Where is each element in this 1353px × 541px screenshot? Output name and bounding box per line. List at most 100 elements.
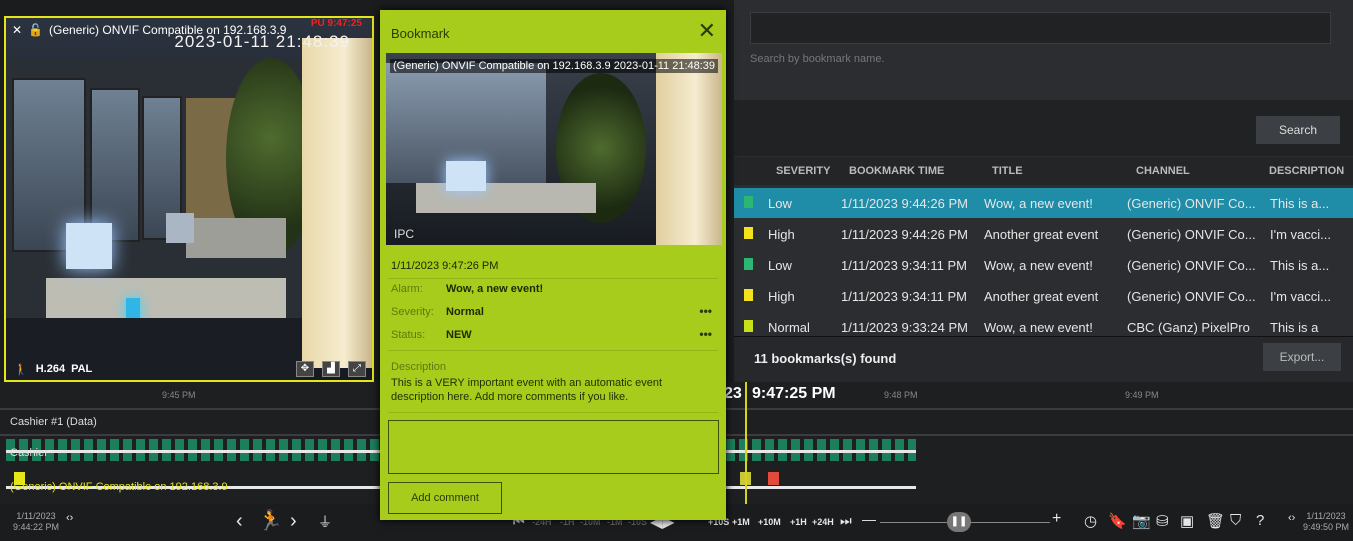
pause-icon[interactable]: ❚❚ bbox=[947, 512, 971, 532]
results-footer: 11 bookmarks(s) found Export... bbox=[734, 336, 1353, 382]
zoom-in-button[interactable]: + bbox=[1052, 510, 1061, 528]
bookmark-search-panel: Search by bookmark name. Search SEVERITY… bbox=[734, 0, 1353, 382]
clock-icon[interactable]: ◷ bbox=[1084, 512, 1097, 530]
row-severity: Low bbox=[768, 196, 792, 211]
tick-label: 9:48 PM bbox=[884, 390, 918, 400]
playhead-cursor[interactable] bbox=[745, 382, 747, 504]
bookmark-time: 1/11/2023 9:47:26 PM bbox=[391, 260, 499, 272]
range-start-date: 1/11/2023 bbox=[16, 511, 56, 521]
chevron-right-icon[interactable]: › bbox=[290, 510, 297, 533]
table-row[interactable]: High 1/11/2023 9:44:26 PM Another great … bbox=[734, 219, 1353, 249]
range-expand-icon[interactable]: ‹› bbox=[66, 512, 73, 524]
row-title: Another great event bbox=[984, 289, 1099, 304]
format-label: PAL bbox=[71, 363, 93, 375]
shield-icon[interactable]: ⛉ bbox=[1230, 512, 1241, 529]
row-channel: CBC (Ganz) PixelPro bbox=[1127, 320, 1250, 335]
col-description[interactable]: DESCRIPTION bbox=[1269, 165, 1344, 177]
divider bbox=[388, 278, 718, 279]
range-end: 1/11/2023 9:49:50 PM bbox=[1300, 511, 1352, 533]
alarm-label: Alarm: bbox=[391, 283, 423, 295]
row-channel: (Generic) ONVIF Co... bbox=[1127, 289, 1256, 304]
range-start-time: 9:44:22 PM bbox=[12, 522, 60, 532]
col-bookmark-time[interactable]: BOOKMARK TIME bbox=[849, 165, 944, 177]
tick-label: 9:45 PM bbox=[162, 390, 196, 400]
dialog-title: Bookmark bbox=[391, 26, 450, 41]
search-input[interactable] bbox=[750, 12, 1331, 44]
speed-plus-1h[interactable]: +1H bbox=[790, 517, 807, 527]
row-severity: High bbox=[768, 289, 795, 304]
severity-value: Normal bbox=[446, 306, 484, 318]
comment-input[interactable] bbox=[388, 420, 719, 474]
add-comment-button[interactable]: Add comment bbox=[388, 482, 502, 514]
row-time: 1/11/2023 9:34:11 PM bbox=[841, 258, 968, 273]
severity-more-icon[interactable]: ••• bbox=[699, 304, 712, 318]
row-channel: (Generic) ONVIF Co... bbox=[1127, 258, 1256, 273]
speed-plus-24h[interactable]: +24H bbox=[812, 517, 834, 527]
export-video-icon[interactable]: ⛁ bbox=[1156, 512, 1169, 530]
bookmark-dialog: Bookmark ✕ (Generic) ONVIF Compatible on… bbox=[380, 10, 726, 520]
bookmark-icon[interactable]: 🔖 bbox=[1108, 512, 1127, 530]
row-description: I'm vacci... bbox=[1270, 289, 1331, 304]
expand-icon[interactable]: ⤢ bbox=[348, 361, 366, 377]
description-label: Description bbox=[391, 361, 447, 373]
speed-plus-10m[interactable]: +10M bbox=[758, 517, 781, 527]
close-icon[interactable]: ✕ bbox=[12, 23, 22, 37]
trash-icon[interactable]: 🗑 bbox=[1206, 512, 1225, 530]
edit-icon[interactable]: ▟ bbox=[322, 361, 340, 377]
description-text: This is a VERY important event with an a… bbox=[391, 377, 663, 403]
row-description: This is a... bbox=[1270, 196, 1330, 211]
row-title: Wow, a new event! bbox=[984, 258, 1093, 273]
severity-flag-icon bbox=[744, 258, 753, 270]
export-button[interactable]: Export... bbox=[1263, 343, 1341, 371]
zoom-out-button[interactable]: — bbox=[862, 511, 876, 527]
camera-tile[interactable]: ✕ 🔓 (Generic) ONVIF Compatible on 192.16… bbox=[4, 16, 374, 382]
row-severity: High bbox=[768, 227, 795, 242]
bookmark-marker[interactable] bbox=[768, 472, 779, 485]
table-row[interactable]: Low 1/11/2023 9:34:11 PM Wow, a new even… bbox=[734, 250, 1353, 280]
codec-label: H.264 bbox=[35, 363, 66, 375]
search-button[interactable]: Search bbox=[1256, 116, 1340, 144]
track-bar bbox=[726, 450, 916, 453]
col-severity[interactable]: SEVERITY bbox=[776, 165, 830, 177]
table-row[interactable]: Normal 1/11/2023 9:33:24 PM Wow, a new e… bbox=[734, 312, 1353, 336]
status-more-icon[interactable]: ••• bbox=[699, 327, 712, 341]
motion-search-icon[interactable]: 🏃 bbox=[258, 508, 283, 533]
col-channel[interactable]: CHANNEL bbox=[1136, 165, 1190, 177]
help-icon[interactable]: ? bbox=[1256, 512, 1264, 529]
camera-snapshot-icon[interactable]: 📷 bbox=[1132, 512, 1151, 530]
chevron-left-icon[interactable]: ‹ bbox=[236, 510, 243, 533]
divider bbox=[388, 350, 718, 351]
table-row[interactable]: High 1/11/2023 9:34:11 PM Another great … bbox=[734, 281, 1353, 311]
row-channel: (Generic) ONVIF Co... bbox=[1127, 196, 1256, 211]
divider bbox=[388, 412, 718, 413]
range-start: 1/11/2023 9:44:22 PM bbox=[8, 511, 64, 533]
row-time: 1/11/2023 9:44:26 PM bbox=[841, 227, 968, 242]
row-description: This is a... bbox=[1270, 258, 1330, 273]
status-label: Status: bbox=[391, 329, 426, 341]
skip-end-icon[interactable]: ⏭ bbox=[840, 513, 852, 529]
severity-flag-icon bbox=[744, 227, 753, 239]
lock-icon[interactable]: 🔓 bbox=[28, 23, 43, 37]
track-bar bbox=[6, 450, 380, 453]
speed-plus-1m[interactable]: +1M bbox=[732, 517, 750, 527]
timeline-fit-icon[interactable]: ⏚ bbox=[318, 512, 332, 532]
row-time: 1/11/2023 9:44:26 PM bbox=[841, 196, 968, 211]
camera-red-overlay: PU 9:47:25 bbox=[310, 18, 362, 29]
severity-flag-icon bbox=[744, 320, 753, 332]
severity-flag-icon bbox=[744, 289, 753, 301]
ptz-icon[interactable]: ✥ bbox=[296, 361, 314, 377]
table-row[interactable]: Low 1/11/2023 9:44:26 PM Wow, a new even… bbox=[734, 188, 1353, 218]
close-icon[interactable]: ✕ bbox=[698, 18, 716, 44]
bookmark-snapshot: (Generic) ONVIF Compatible on 192.168.3.… bbox=[386, 53, 722, 245]
range-end-date: 1/11/2023 bbox=[1306, 511, 1346, 521]
track-label: Cashier #1 (Data) bbox=[10, 416, 97, 428]
row-time: 1/11/2023 9:33:24 PM bbox=[841, 320, 968, 335]
table-header: SEVERITY BOOKMARK TIME TITLE CHANNEL DES… bbox=[734, 157, 1353, 185]
col-title[interactable]: TITLE bbox=[992, 165, 1023, 177]
tick-label: 9:49 PM bbox=[1125, 390, 1159, 400]
video-clip-icon[interactable]: ▣ bbox=[1180, 512, 1194, 530]
range-expand-icon[interactable]: ‹› bbox=[1288, 512, 1295, 524]
row-time: 1/11/2023 9:34:11 PM bbox=[841, 289, 968, 304]
track-label: Cashier bbox=[10, 447, 48, 459]
severity-flag-icon bbox=[744, 196, 753, 208]
